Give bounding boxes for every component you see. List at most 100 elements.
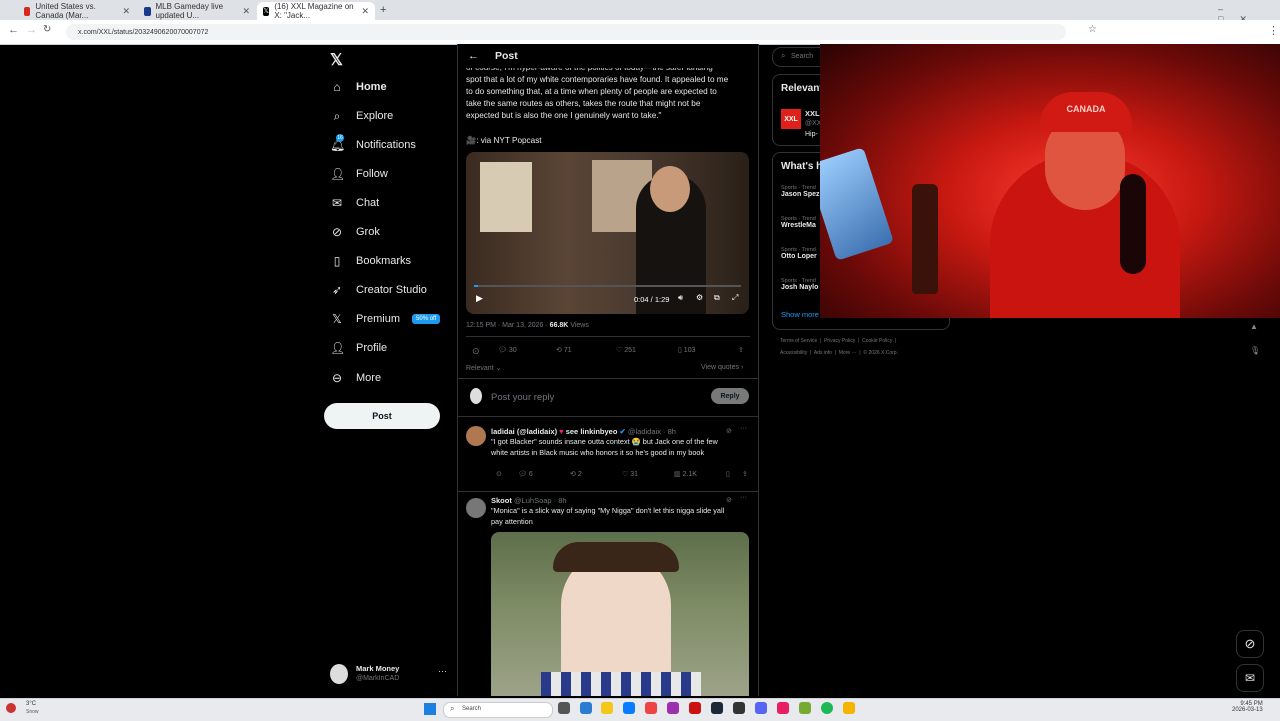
footer-link[interactable]: Accessibility (780, 350, 807, 356)
sidebar-item-premium[interactable]: 𝕏 Premium 50% off (330, 307, 441, 331)
sidebar-item-bookmarks[interactable]: ▯ Bookmarks (330, 249, 411, 273)
settings-icon[interactable]: ⚙ (696, 293, 703, 302)
grok-float-button[interactable]: ⊘ (1236, 630, 1264, 658)
sidebar-item-grok[interactable]: ⊘ Grok (330, 220, 380, 244)
new-tab-icon[interactable]: + (380, 4, 386, 16)
reply-media-image[interactable] (491, 532, 749, 696)
taskbar-clock[interactable]: 9:45 PM 2026-03-13 (1232, 701, 1263, 713)
sidebar-item-profile[interactable]: 👤︎ Profile (330, 336, 387, 360)
analytics-icon[interactable]: ⊙ (496, 470, 502, 478)
browser-tab-active[interactable]: 𝕏 (16) XXL Magazine on X: "Jack... ✕ (257, 2, 375, 20)
grok-icon[interactable]: ⊘ (726, 496, 732, 504)
footer-link[interactable]: Privacy Policy (824, 338, 855, 344)
sort-dropdown[interactable]: Relevant ⌄ (466, 364, 501, 372)
share-icon[interactable]: ⇪ (742, 470, 748, 478)
app-icon[interactable] (733, 702, 745, 714)
volume-icon[interactable]: 🔊︎ (678, 293, 683, 303)
messages-float-button[interactable]: ✉︎ (1236, 664, 1264, 692)
more-dots-icon[interactable]: ··· (740, 425, 747, 432)
sidebar-item-home[interactable]: ⌂ Home (330, 75, 386, 99)
reload-icon[interactable]: ↻ (43, 24, 51, 35)
back-icon[interactable]: ← (8, 24, 19, 36)
bookmark-action[interactable]: ▯ 103 (678, 346, 695, 354)
scroll-up-icon[interactable]: ▲ (1250, 322, 1258, 331)
views-action[interactable]: ▥ 2.1K (674, 470, 697, 478)
weather-icon[interactable] (6, 703, 16, 713)
post-button[interactable]: Post (324, 403, 440, 429)
trend-item[interactable]: Sports · Trend Otto Loper (781, 247, 817, 260)
more-dots-icon[interactable]: ··· (740, 494, 747, 501)
show-more-link[interactable]: Show more (781, 310, 819, 319)
footer-link[interactable]: More ··· (839, 350, 857, 356)
reply-action[interactable]: 💬︎ 30 (498, 346, 517, 354)
webcam-phone (820, 147, 894, 261)
video-player[interactable]: ▶ 0:04 / 1:29 🔊︎ ⚙ ⧉ ⤢ (466, 152, 749, 314)
play-icon[interactable]: ▶ (476, 293, 483, 304)
app-icon[interactable] (777, 702, 789, 714)
sidebar-item-chat[interactable]: ✉︎ Chat (330, 191, 379, 215)
menu-dots-icon[interactable]: ⋮ (1268, 24, 1279, 37)
mic-icon[interactable]: 🎙︎ (1250, 346, 1260, 355)
url-field[interactable]: x.com/XXL/status/2032490620070007072 (66, 24, 1066, 40)
close-icon[interactable]: ✕ (242, 6, 250, 17)
pip-icon[interactable]: ⧉ (714, 293, 720, 303)
trend-item[interactable]: Sports · Trend Jason Spez (781, 185, 820, 198)
repost-action[interactable]: ⟲ 2 (570, 470, 582, 478)
steam-icon[interactable] (711, 702, 723, 714)
fullscreen-icon[interactable]: ⤢ (732, 293, 738, 303)
avatar (330, 664, 348, 684)
taskbar-search[interactable]: ⌕ Search (443, 702, 553, 718)
close-icon[interactable]: ✕ (361, 6, 369, 17)
reply-item[interactable]: ladidai (@ladidaix) ♥ see linkinbyeo ✔ @… (458, 420, 758, 490)
taskview-icon[interactable] (558, 702, 570, 714)
sidebar-item-creator-studio[interactable]: ➶ Creator Studio (330, 278, 427, 302)
app-icon[interactable] (799, 702, 811, 714)
browser-tab[interactable]: MLB Gameday live updated U... ✕ (138, 2, 256, 20)
sidebar-item-notifications[interactable]: 🔔︎ 16 Notifications (330, 133, 416, 157)
footer-link[interactable]: Ads info (814, 350, 832, 356)
relevant-name[interactable]: XXL (805, 109, 820, 118)
grok-icon[interactable]: ⊘ (726, 427, 732, 435)
bookmark-icon[interactable]: ▯ (726, 470, 730, 478)
repost-action[interactable]: ⟲ 71 (556, 346, 572, 354)
reply-author: ladidai (@ladidaix) ♥ see linkinbyeo ✔ @… (491, 427, 676, 436)
view-quotes-link[interactable]: View quotes › (701, 364, 743, 371)
footer-link[interactable]: Terms of Service (780, 338, 817, 344)
sidebar-item-explore[interactable]: ⌕ Explore (330, 104, 394, 128)
forward-icon[interactable]: → (26, 24, 37, 36)
back-arrow-icon[interactable]: ← (468, 50, 479, 62)
url-text: x.com/XXL/status/2032490620070007072 (78, 28, 209, 36)
close-icon[interactable]: ✕ (122, 6, 130, 17)
post-meta: 12:15 PM · Mar 13, 2026 · 66.8K Views (466, 322, 589, 329)
x-logo-icon[interactable]: 𝕏 (330, 50, 343, 70)
reply-button[interactable]: Reply (711, 388, 749, 404)
trend-item[interactable]: Sports · Trend Josh Naylo (781, 278, 818, 291)
reply-action-bar: ⊙ 💬︎ 6 ⟲ 2 ♡ 31 ▥ 2.1K ▯ ⇪ (496, 470, 750, 482)
reply-action[interactable]: 💬︎ 6 (518, 470, 533, 478)
analytics-icon[interactable]: ⊙ (472, 346, 480, 357)
windows-start-icon[interactable] (424, 703, 436, 715)
browser-tab[interactable]: United States vs. Canada (Mar... ✕ (18, 2, 136, 20)
app-icon[interactable] (843, 702, 855, 714)
footer-link[interactable]: Cookie Policy (862, 338, 892, 344)
trend-item[interactable]: Sports · Trend WrestleMa (781, 216, 816, 229)
card-title: Relevant (781, 83, 823, 94)
chrome-icon[interactable] (645, 702, 657, 714)
sidebar-item-follow[interactable]: 👤︎ Follow (330, 162, 388, 186)
spotify-icon[interactable] (821, 702, 833, 714)
video-progress-track[interactable] (474, 285, 741, 287)
discord-icon[interactable] (755, 702, 767, 714)
edge-icon[interactable] (623, 702, 635, 714)
app-icon[interactable] (580, 702, 592, 714)
app-icon[interactable] (667, 702, 679, 714)
like-action[interactable]: ♡ 31 (622, 470, 638, 478)
app-icon[interactable] (689, 702, 701, 714)
sidebar-item-more[interactable]: ⊖ More (330, 366, 381, 390)
like-action[interactable]: ♡ 251 (616, 346, 636, 354)
bookmark-star-icon[interactable]: ☆ (1088, 24, 1097, 35)
share-icon[interactable]: ⇪ (738, 346, 744, 354)
reply-input[interactable]: Post your reply (491, 392, 554, 403)
folder-icon[interactable] (601, 702, 613, 714)
reply-item[interactable]: Skoot @LuhSoap · 8h ⊘ ··· "Monica" is a … (458, 494, 758, 696)
account-switcher[interactable]: Mark Money @MarkInCAD ··· (330, 662, 450, 686)
